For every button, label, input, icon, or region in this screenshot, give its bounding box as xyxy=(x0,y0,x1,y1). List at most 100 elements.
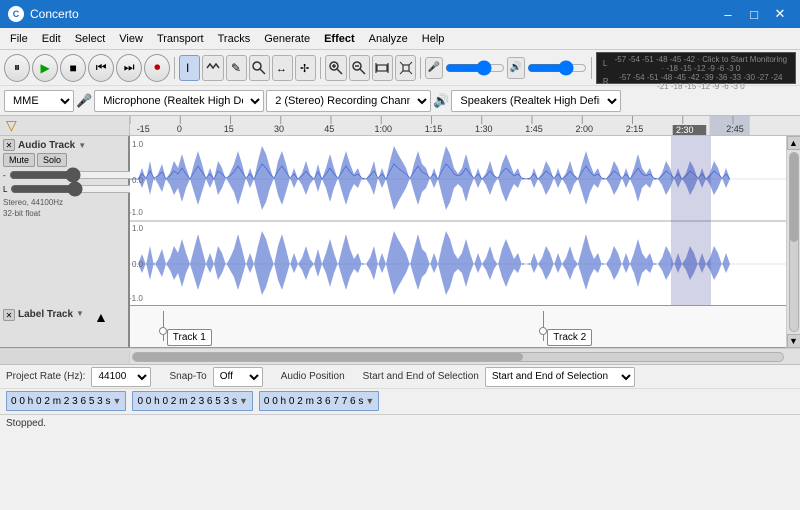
zoom-out-button[interactable] xyxy=(349,55,370,81)
scale-1-bot: -1.0 xyxy=(130,208,143,217)
scale-1-mid: 0.0 xyxy=(132,176,143,185)
audio-track-row: ✕ Audio Track ▼ Mute Solo - + L R xyxy=(0,136,786,306)
stopped-text: Stopped. xyxy=(6,418,46,429)
project-rate-label: Project Rate (Hz): xyxy=(6,371,85,382)
snap-triangle[interactable]: ▽ xyxy=(6,117,17,134)
audio-track-dropdown[interactable]: ▼ xyxy=(78,141,86,150)
menu-view[interactable]: View xyxy=(113,31,149,47)
pan-slider[interactable] xyxy=(10,183,139,195)
menu-analyze[interactable]: Analyze xyxy=(363,31,414,47)
menu-file[interactable]: File xyxy=(4,31,34,47)
speaker-volume-slider[interactable] xyxy=(527,61,587,75)
mic-select[interactable]: Microphone (Realtek High Defini xyxy=(94,90,264,112)
gain-minus-label: - xyxy=(3,171,6,180)
label-track-up-arrow[interactable]: ▲ xyxy=(94,309,108,325)
draw-tool-button[interactable]: ✎ xyxy=(226,55,247,81)
status-bar-bottom: 0 0 h 0 2 m 2 3 6 5 3 s ▼ 0 0 h 0 2 m 2 … xyxy=(0,389,800,413)
project-rate-select[interactable]: 44100 xyxy=(91,367,151,387)
audio-mute-button[interactable]: Mute xyxy=(3,153,35,167)
menu-help[interactable]: Help xyxy=(416,31,451,47)
toolbar-sep-1 xyxy=(174,57,175,79)
svg-text:1:30: 1:30 xyxy=(475,124,493,134)
host-select[interactable]: MME xyxy=(4,90,74,112)
label-track-row: ✕ Label Track ▼ ▲ Track 1 xyxy=(0,306,786,348)
audio-position-value[interactable]: 0 0 h 0 2 m 2 3 6 5 3 s ▼ xyxy=(6,391,126,411)
menu-transport[interactable]: Transport xyxy=(151,31,210,47)
speaker-select[interactable]: Speakers (Realtek High Defini xyxy=(451,90,621,112)
audio-track-name: Audio Track xyxy=(18,140,75,151)
menu-edit[interactable]: Edit xyxy=(36,31,67,47)
svg-text:-15: -15 xyxy=(137,124,150,134)
label-track-name: Label Track xyxy=(18,309,73,320)
audio-track-gain-row: - + xyxy=(3,169,125,181)
toolbar-sep-2 xyxy=(320,57,321,79)
project-rate-field: 44100 xyxy=(91,367,151,387)
envelope-tool-button[interactable] xyxy=(202,55,223,81)
scroll-up-button[interactable]: ▲ xyxy=(787,136,800,150)
mic-volume-slider[interactable] xyxy=(445,61,505,75)
svg-text:0: 0 xyxy=(177,124,182,134)
audio-track-close[interactable]: ✕ xyxy=(3,139,15,151)
h-scroll-track xyxy=(132,352,784,362)
fit-project-button[interactable] xyxy=(372,55,393,81)
fit-selection-button[interactable] xyxy=(395,55,416,81)
menu-effect[interactable]: Effect xyxy=(318,31,361,47)
ruler-area[interactable]: -15 0 15 30 45 1:00 1:15 1:30 1:45 2:00 xyxy=(130,116,800,135)
minimize-button[interactable]: – xyxy=(716,4,740,24)
menu-generate[interactable]: Generate xyxy=(258,31,316,47)
maximize-button[interactable]: □ xyxy=(742,4,766,24)
svg-text:30: 30 xyxy=(274,124,284,134)
zoom-tool-button[interactable] xyxy=(249,55,270,81)
skip-back-button[interactable]: ⏮ xyxy=(88,54,114,82)
track-area-container: ✕ Audio Track ▼ Mute Solo - + L R xyxy=(0,136,800,348)
audio-track-mute-solo: Mute Solo xyxy=(3,153,125,167)
sel-end-value[interactable]: 0 0 h 0 2 m 3 6 7 7 6 s ▼ xyxy=(259,391,379,411)
scale-1-top: 1.0 xyxy=(132,140,143,149)
speaker-icon: 🔊 xyxy=(433,93,449,109)
svg-text:I: I xyxy=(186,61,189,75)
svg-text:15: 15 xyxy=(224,124,234,134)
stop-button[interactable]: ■ xyxy=(60,54,86,82)
snap-to-label: Snap-To xyxy=(169,371,206,382)
title-bar-left: C Concerto xyxy=(8,6,79,22)
zoom-in-button[interactable] xyxy=(325,55,346,81)
channels-select[interactable]: 2 (Stereo) Recording Channels xyxy=(266,90,431,112)
time-shift-button[interactable]: ↔ xyxy=(272,55,293,81)
label-track-canvas[interactable]: Track 1 Track 2 xyxy=(130,306,786,347)
toolbar-row1: ⏸ ▶ ■ ⏮ ⏭ ⏺ I ✎ ↔ ✢ 🎤 🔊 L xyxy=(0,50,800,86)
vu-scale-text: -57 -54 -51 -48 -45 -42 · Click to Start… xyxy=(613,55,789,73)
label-track-dropdown[interactable]: ▼ xyxy=(76,309,84,318)
sel-start-value[interactable]: 0 0 h 0 2 m 2 3 6 5 3 s ▼ xyxy=(132,391,252,411)
selection-overlay xyxy=(671,136,710,305)
select-tool-button[interactable]: I xyxy=(179,55,200,81)
gain-slider[interactable] xyxy=(9,169,138,181)
vu-meter[interactable]: L -57 -54 -51 -48 -45 -42 · Click to Sta… xyxy=(596,52,796,84)
multi-tool-button[interactable]: ✢ xyxy=(295,55,316,81)
sel-end-select[interactable]: Start and End of Selection xyxy=(485,367,635,387)
input-monitor-button[interactable]: 🎤 xyxy=(425,57,443,79)
h-scrollbar xyxy=(0,348,800,364)
pause-button[interactable]: ⏸ xyxy=(4,54,30,82)
v-scroll-thumb[interactable] xyxy=(790,153,798,242)
menu-select[interactable]: Select xyxy=(69,31,112,47)
menu-tracks[interactable]: Tracks xyxy=(212,31,257,47)
skip-fwd-button[interactable]: ⏭ xyxy=(116,54,142,82)
speaker-monitor-button[interactable]: 🔊 xyxy=(507,57,525,79)
h-scroll-thumb[interactable] xyxy=(133,353,523,361)
audio-solo-button[interactable]: Solo xyxy=(37,153,67,167)
record-button[interactable]: ⏺ xyxy=(144,54,170,82)
title-bar: C Concerto – □ ✕ xyxy=(0,0,800,28)
audio-track-pan-row: L R xyxy=(3,183,125,195)
play-button[interactable]: ▶ xyxy=(32,54,58,82)
label-track-close[interactable]: ✕ xyxy=(3,309,15,321)
snap-to-select[interactable]: Off xyxy=(213,367,263,387)
label-track-panel: ✕ Label Track ▼ ▲ xyxy=(0,306,130,347)
audio-track-waveform[interactable]: 1.0 0.0 -1.0 1.0 0.0 -1.0 xyxy=(130,136,786,305)
label-line-2 xyxy=(543,311,544,341)
status-bar-top: Project Rate (Hz): 44100 Snap-To Off Aud… xyxy=(0,365,800,389)
scroll-down-button[interactable]: ▼ xyxy=(787,334,800,348)
pan-l-label: L xyxy=(3,185,7,194)
svg-text:1:15: 1:15 xyxy=(425,124,443,134)
close-button[interactable]: ✕ xyxy=(768,4,792,24)
vu-bottom-scale: R -57 -54 -51 -48 -45 -42 -39 -36 -33 -3… xyxy=(603,73,789,91)
